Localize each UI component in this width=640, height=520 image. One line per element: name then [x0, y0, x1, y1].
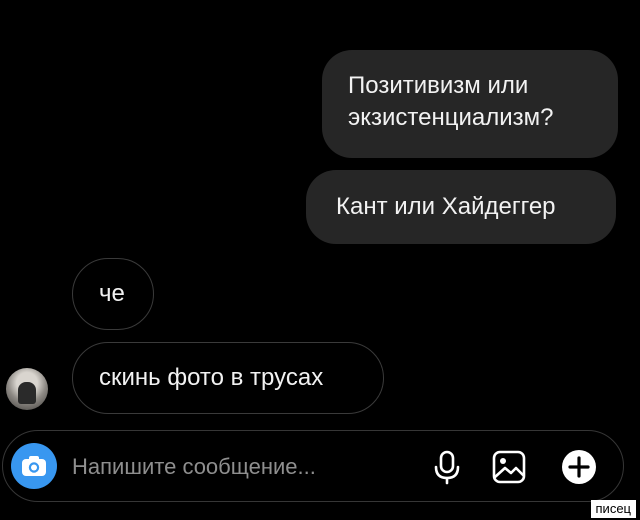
outgoing-message[interactable]: Позитивизм или экзистенциализм? [322, 50, 618, 158]
message-input[interactable]: Напишите сообщение... [72, 453, 316, 481]
gallery-icon [492, 450, 526, 484]
message-text: Позитивизм или экзистенциализм? [348, 72, 554, 131]
camera-button[interactable] [11, 443, 57, 489]
avatar-figure [18, 382, 36, 404]
message-text: че [99, 280, 125, 307]
chat-thread: Позитивизм или экзистенциализм? Кант или… [0, 0, 640, 520]
incoming-message[interactable]: че [72, 258, 154, 330]
gallery-button[interactable] [489, 447, 529, 487]
more-options-button[interactable] [559, 447, 599, 487]
sender-avatar[interactable] [6, 368, 48, 410]
microphone-icon [434, 450, 460, 485]
watermark: писец [590, 500, 636, 518]
outgoing-message[interactable]: Кант или Хайдеггер [306, 170, 616, 244]
message-composer: Напишите сообщение... [2, 430, 624, 502]
voice-message-button[interactable] [427, 447, 467, 487]
message-text: Кант или Хайдеггер [336, 193, 556, 220]
message-text: скинь фото в трусах [99, 364, 324, 391]
camera-icon [22, 456, 46, 476]
plus-icon [562, 450, 596, 484]
incoming-message[interactable]: скинь фото в трусах [72, 342, 384, 414]
